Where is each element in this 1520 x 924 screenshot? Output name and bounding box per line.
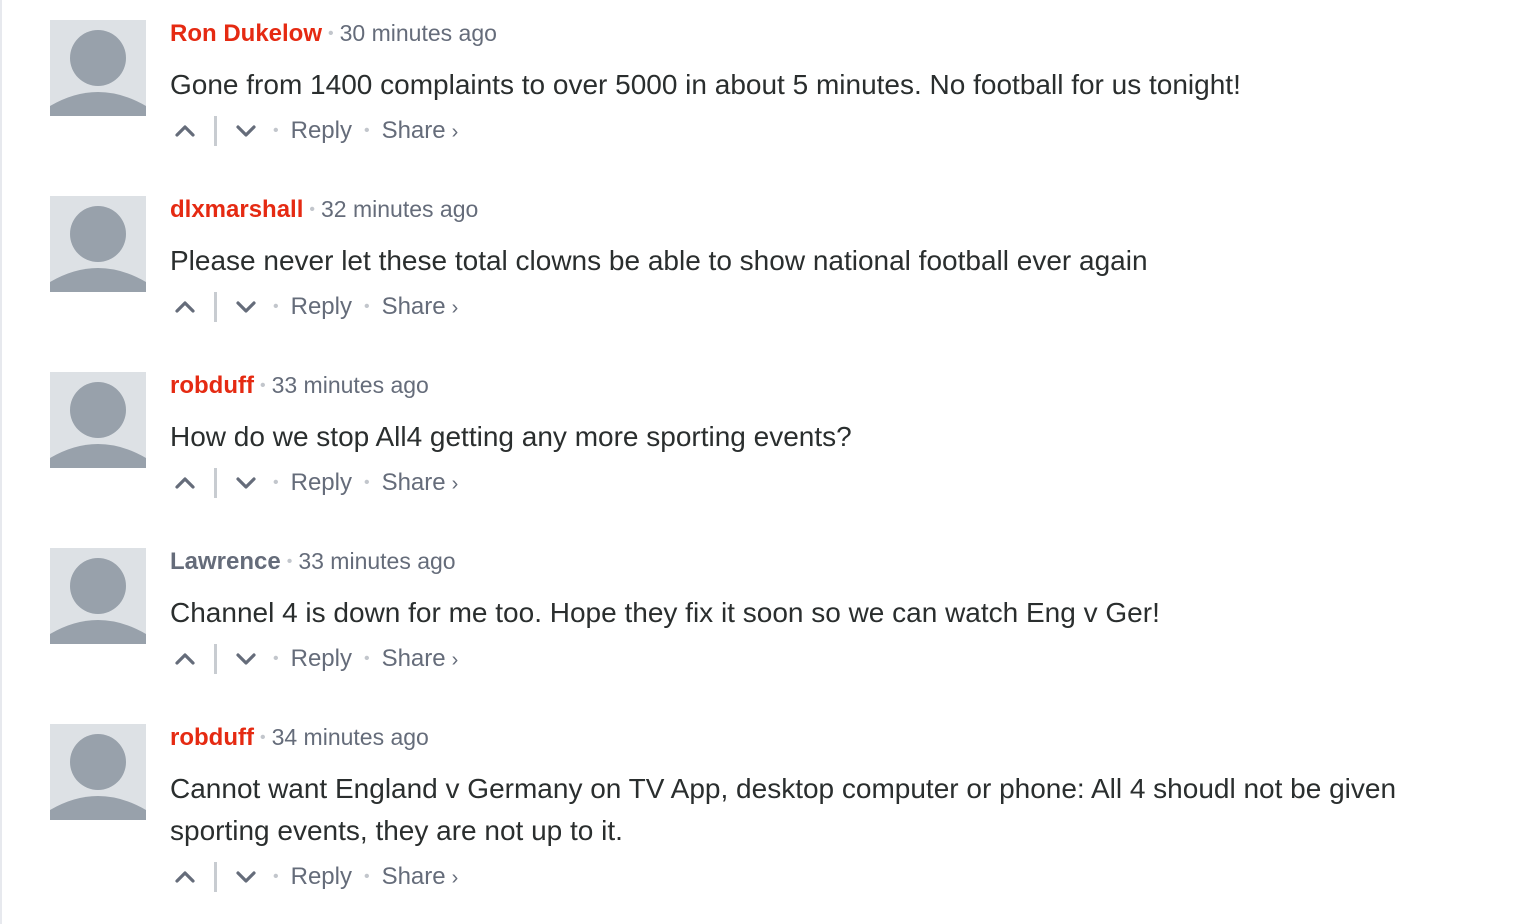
upvote-button[interactable] [170, 116, 200, 146]
chevron-right-icon: › [451, 473, 459, 495]
comment-actions: • Reply • Share › [170, 290, 1490, 324]
downvote-button[interactable] [231, 862, 261, 892]
comment-actions: • Reply • Share › [170, 642, 1490, 676]
vote-divider [214, 468, 217, 498]
comment-actions: • Reply • Share › [170, 466, 1490, 500]
reply-button[interactable]: Reply [291, 645, 352, 673]
reply-button[interactable]: Reply [291, 469, 352, 497]
share-button[interactable]: Share › [382, 645, 459, 673]
comment-message: Channel 4 is down for me too. Hope they … [170, 597, 1160, 628]
share-button[interactable]: Share › [382, 469, 459, 497]
chevron-up-icon [175, 125, 195, 137]
comment-message: Cannot want England v Germany on TV App,… [170, 773, 1397, 846]
vote-divider [214, 862, 217, 892]
user-placeholder-icon [50, 382, 146, 468]
upvote-button[interactable] [170, 468, 200, 498]
chevron-right-icon: › [451, 121, 459, 143]
timestamp[interactable]: 34 minutes ago [272, 724, 429, 750]
separator-dot: • [363, 650, 370, 667]
separator-dot: • [273, 122, 279, 139]
avatar[interactable] [50, 20, 146, 116]
comment-header: Ron Dukelow • 30 minutes ago [170, 20, 1490, 47]
reply-button[interactable]: Reply [291, 117, 352, 145]
upvote-button[interactable] [170, 292, 200, 322]
share-button[interactable]: Share › [382, 117, 459, 145]
avatar[interactable] [50, 548, 146, 644]
downvote-button[interactable] [231, 292, 261, 322]
vote-divider [214, 116, 217, 146]
comment-header: robduff • 33 minutes ago [170, 372, 1490, 399]
separator-dot: • [273, 868, 279, 885]
separator-dot: • [309, 201, 316, 218]
chevron-up-icon [175, 301, 195, 313]
downvote-button[interactable] [231, 468, 261, 498]
author-name[interactable]: robduff [170, 724, 254, 751]
separator-dot: • [273, 474, 279, 491]
chevron-down-icon [236, 477, 256, 489]
separator-dot: • [363, 122, 370, 139]
chevron-down-icon [236, 871, 256, 883]
share-button[interactable]: Share › [382, 863, 459, 891]
user-placeholder-icon [50, 734, 146, 820]
comment-message: How do we stop All4 getting any more spo… [170, 421, 852, 452]
separator-dot: • [328, 25, 334, 42]
user-placeholder-icon [50, 206, 146, 292]
comment-header: dlxmarshall • 32 minutes ago [170, 196, 1490, 223]
comment-actions: • Reply • Share › [170, 114, 1490, 148]
chevron-down-icon [236, 301, 256, 313]
author-name[interactable]: robduff [170, 372, 254, 399]
comment-actions: • Reply • Share › [170, 860, 1490, 894]
timestamp[interactable]: 30 minutes ago [340, 20, 497, 46]
share-label: Share [381, 863, 446, 890]
reply-button[interactable]: Reply [291, 293, 352, 321]
separator-dot: • [273, 298, 279, 315]
comment-header: Lawrence • 33 minutes ago [170, 548, 1490, 575]
downvote-button[interactable] [231, 644, 261, 674]
separator-dot: • [363, 868, 370, 885]
chevron-right-icon: › [451, 649, 459, 671]
chevron-right-icon: › [451, 297, 459, 319]
chevron-up-icon [175, 871, 195, 883]
chevron-down-icon [236, 653, 256, 665]
separator-dot: • [286, 553, 293, 570]
share-label: Share [381, 293, 446, 320]
comment-message: Please never let these total clowns be a… [170, 245, 1148, 276]
chevron-up-icon [175, 477, 195, 489]
vote-divider [214, 644, 217, 674]
timestamp[interactable]: 33 minutes ago [272, 372, 429, 398]
avatar[interactable] [50, 724, 146, 820]
user-placeholder-icon [50, 558, 146, 644]
separator-dot: • [273, 650, 279, 667]
left-border [0, 0, 2, 924]
downvote-button[interactable] [231, 116, 261, 146]
upvote-button[interactable] [170, 644, 200, 674]
separator-dot: • [259, 729, 266, 746]
avatar[interactable] [50, 372, 146, 468]
reply-button[interactable]: Reply [291, 863, 352, 891]
avatar[interactable] [50, 196, 146, 292]
separator-dot: • [363, 474, 370, 491]
vote-divider [214, 292, 217, 322]
chevron-right-icon: › [451, 867, 459, 889]
upvote-button[interactable] [170, 862, 200, 892]
comment-header: robduff • 34 minutes ago [170, 724, 1490, 751]
timestamp[interactable]: 33 minutes ago [298, 548, 455, 574]
author-name[interactable]: Ron Dukelow [170, 20, 322, 47]
share-label: Share [381, 645, 446, 672]
share-label: Share [381, 117, 446, 144]
author-name[interactable]: Lawrence [170, 548, 281, 575]
share-button[interactable]: Share › [382, 293, 459, 321]
user-placeholder-icon [50, 30, 146, 116]
share-label: Share [381, 469, 446, 496]
separator-dot: • [259, 377, 266, 394]
chevron-down-icon [236, 125, 256, 137]
timestamp[interactable]: 32 minutes ago [321, 196, 478, 222]
separator-dot: • [363, 298, 370, 315]
author-name[interactable]: dlxmarshall [170, 196, 303, 223]
comment-message: Gone from 1400 complaints to over 5000 i… [170, 69, 1241, 100]
chevron-up-icon [175, 653, 195, 665]
